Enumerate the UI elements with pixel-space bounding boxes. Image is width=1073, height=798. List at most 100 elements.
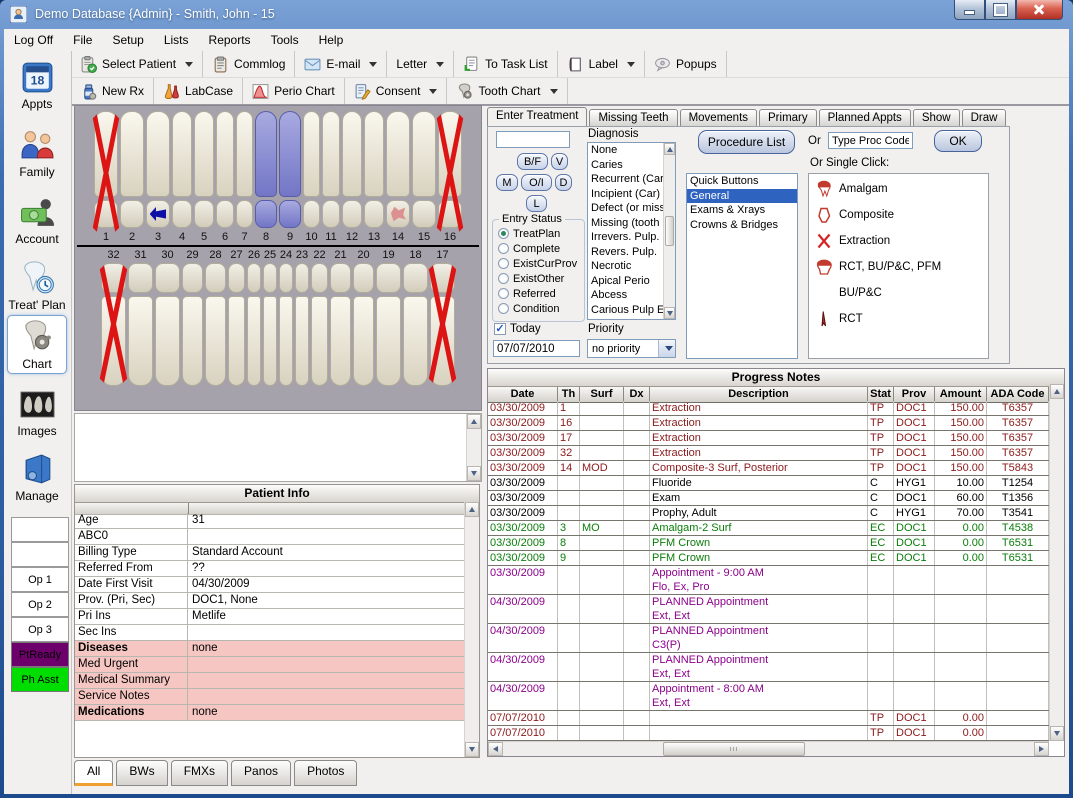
progress-note-row[interactable]: 03/30/20091ExtractionTPDOC1150.00T6357: [488, 401, 1050, 416]
tooth-15-upper-facial[interactable]: [412, 111, 436, 197]
tooth-10-upper-facial[interactable]: [303, 111, 320, 197]
progress-note-row[interactable]: 03/30/200914MODComposite-3 Surf, Posteri…: [488, 461, 1050, 476]
sidebar-item-images[interactable]: Images: [7, 382, 67, 441]
column-header-surf[interactable]: Surf: [580, 387, 624, 402]
diagnosis-option-necrotic[interactable]: Necrotic: [588, 259, 663, 274]
tooth-9-upper-facial[interactable]: [279, 111, 301, 197]
diagnosis-option-irrevers-pulp[interactable]: Irrevers. Pulp.: [588, 230, 663, 245]
tooth-11-upper-occlusal[interactable]: [322, 200, 340, 228]
scroll-down-button[interactable]: [465, 742, 479, 757]
patient-info-row-medications[interactable]: Medicationsnone: [75, 705, 465, 721]
tooth-21-lower-facial[interactable]: [330, 296, 351, 386]
tooth-4-upper-occlusal[interactable]: [172, 200, 192, 228]
priority-dropdown[interactable]: no priority: [587, 339, 676, 358]
surface-button-v[interactable]: V: [551, 153, 568, 170]
tooth-13-upper-occlusal[interactable]: [364, 200, 384, 228]
minimize-button[interactable]: [954, 0, 985, 20]
menu-item-lists[interactable]: Lists: [154, 30, 199, 50]
column-header-th[interactable]: Th: [558, 387, 580, 402]
menu-item-help[interactable]: Help: [309, 30, 354, 50]
tooth-19-lower-facial[interactable]: [376, 296, 401, 386]
diagnosis-option-revers-pulp[interactable]: Revers. Pulp.: [588, 245, 663, 260]
single-click-rct[interactable]: RCT: [809, 306, 988, 332]
single-click-composite[interactable]: Composite: [809, 202, 988, 228]
quick-button-crowns-bridges[interactable]: Crowns & Bridges: [687, 218, 797, 233]
maximize-button[interactable]: [985, 0, 1016, 20]
today-checkbox-row[interactable]: ✓ Today: [494, 323, 541, 335]
progress-note-row[interactable]: 03/30/20093MOAmalgam-2 SurfECDOC10.00T45…: [488, 521, 1050, 536]
close-button[interactable]: [1016, 0, 1063, 20]
menu-item-tools[interactable]: Tools: [261, 30, 309, 50]
column-header-prov[interactable]: Prov: [894, 387, 935, 402]
sidebar-item-chart[interactable]: Chart: [7, 315, 67, 374]
entry-status-option-existother[interactable]: ExistOther: [493, 271, 584, 286]
radio-icon[interactable]: [498, 303, 509, 314]
tooth-29-lower-occlusal[interactable]: [182, 263, 203, 293]
image-tab-bws[interactable]: BWs: [116, 760, 167, 786]
menu-item-reports[interactable]: Reports: [199, 30, 261, 50]
ok-button[interactable]: OK: [934, 130, 982, 152]
image-tab-panos[interactable]: Panos: [231, 760, 291, 786]
single-click-bu-p-c[interactable]: BU/P&C: [809, 280, 988, 306]
patient-info-row-abc0[interactable]: ABC0: [75, 529, 465, 545]
tooth-26-lower-facial[interactable]: [247, 296, 261, 386]
diagnosis-option-missing-tooth-s[interactable]: Missing (tooth s: [588, 216, 663, 231]
radio-icon[interactable]: [498, 228, 509, 239]
radio-icon[interactable]: [498, 273, 509, 284]
tooth-2-upper-occlusal[interactable]: [120, 200, 144, 228]
patient-info-row-med-urgent[interactable]: Med Urgent: [75, 657, 465, 673]
tooth-2-upper-facial[interactable]: [120, 111, 144, 197]
radio-icon[interactable]: [498, 243, 509, 254]
empty-slot[interactable]: [11, 517, 69, 542]
tooth-27-lower-occlusal[interactable]: [228, 263, 245, 293]
patient-info-row-referred-from[interactable]: Referred From??: [75, 561, 465, 577]
diagnosis-listbox[interactable]: NoneCariesRecurrent (Car)Incipient (Car)…: [587, 142, 676, 320]
tooth-28-lower-facial[interactable]: [205, 296, 226, 386]
scroll-down-button[interactable]: [1050, 726, 1064, 741]
scroll-up-button[interactable]: [465, 502, 479, 517]
tooth-26-lower-occlusal[interactable]: [247, 263, 261, 293]
patient-info-row-service-notes[interactable]: Service Notes: [75, 689, 465, 705]
chevron-down-icon[interactable]: [436, 62, 444, 67]
tooth-31-lower-occlusal[interactable]: [128, 263, 153, 293]
sidebar-item-family[interactable]: Family: [7, 123, 67, 182]
tooth-22-lower-occlusal[interactable]: [311, 263, 328, 293]
entry-status-option-referred[interactable]: Referred: [493, 286, 584, 301]
progress-note-row[interactable]: 04/30/2009PLANNED AppointmentExt, Ext: [488, 653, 1050, 682]
tooth-chart-button[interactable]: Tooth Chart: [447, 78, 567, 104]
select-patient-button[interactable]: Select Patient: [71, 51, 203, 77]
menu-item-log-off[interactable]: Log Off: [4, 30, 63, 50]
tooth-16-upper-facial[interactable]: [438, 111, 462, 197]
label-button[interactable]: Label: [558, 51, 645, 77]
tooth-9-upper-occlusal[interactable]: [279, 200, 301, 228]
surface-button-b-f[interactable]: B/F: [517, 153, 548, 170]
operatory-button-op-1[interactable]: Op 1: [11, 567, 69, 592]
diagnosis-option-carious-pulp-ex[interactable]: Carious Pulp Ex: [588, 303, 663, 318]
tooth-18-lower-occlusal[interactable]: [403, 263, 428, 293]
column-header-description[interactable]: Description: [650, 387, 868, 402]
entry-status-option-existcurprov[interactable]: ExistCurProv: [493, 256, 584, 271]
tooth-28-lower-occlusal[interactable]: [205, 263, 226, 293]
tooth-25-lower-occlusal[interactable]: [263, 263, 277, 293]
commlog-button[interactable]: Commlog: [203, 51, 295, 77]
empty-slot[interactable]: [11, 542, 69, 567]
procedure-list-button[interactable]: Procedure List: [698, 130, 795, 154]
tooth-27-lower-facial[interactable]: [228, 296, 245, 386]
tab-show[interactable]: Show: [913, 109, 960, 126]
diagnosis-scrollbar[interactable]: [663, 143, 675, 319]
column-header-stat[interactable]: Stat: [868, 387, 894, 402]
tooth-12-upper-occlusal[interactable]: [342, 200, 362, 228]
entry-status-option-treatplan[interactable]: TreatPlan: [493, 226, 584, 241]
popups-button[interactable]: Popups: [645, 51, 727, 77]
new-rx-button[interactable]: New Rx: [71, 78, 154, 104]
image-tab-all[interactable]: All: [74, 760, 113, 786]
progress-note-row[interactable]: 03/30/2009FluorideCHYG110.00T1254: [488, 476, 1050, 491]
chevron-down-icon[interactable]: [369, 62, 377, 67]
consent-button[interactable]: Consent: [345, 78, 448, 104]
patient-info-row-sec-ins[interactable]: Sec Ins: [75, 625, 465, 641]
tooth-13-upper-facial[interactable]: [364, 111, 384, 197]
tooth-3-upper-facial[interactable]: [146, 111, 170, 197]
scroll-down-button[interactable]: [467, 466, 481, 481]
labcase-button[interactable]: LabCase: [154, 78, 243, 104]
letter-button[interactable]: Letter: [387, 51, 454, 77]
